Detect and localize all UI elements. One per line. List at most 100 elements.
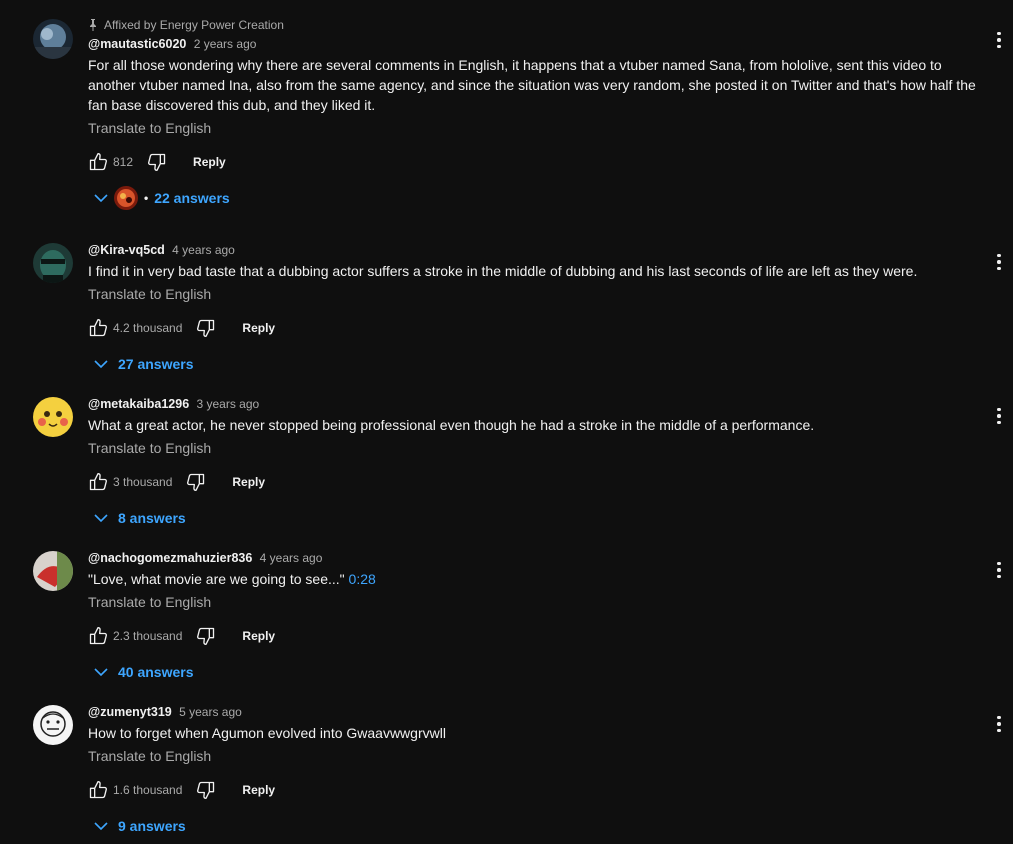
reply-button[interactable]: Reply bbox=[242, 783, 275, 797]
comment-body: @Kira-vq5cd 4 years ago I find it in ver… bbox=[88, 240, 978, 382]
replies-toggle[interactable]: 9 answers bbox=[88, 808, 978, 844]
comment-actions: 812 Reply bbox=[88, 144, 978, 180]
comment-text: What a great actor, he never stopped bei… bbox=[88, 417, 815, 433]
dot bbox=[997, 260, 1001, 264]
comment-time[interactable]: 4 years ago bbox=[260, 551, 323, 565]
avatar[interactable] bbox=[33, 705, 73, 745]
comment-text: For all those wondering why there are se… bbox=[88, 57, 976, 113]
comment-author[interactable]: @nachogomezmahuzier836 bbox=[88, 551, 252, 565]
like-button[interactable] bbox=[88, 472, 108, 492]
more-actions-button[interactable] bbox=[991, 558, 1007, 582]
reply-button[interactable]: Reply bbox=[232, 475, 265, 489]
thumbs-up-icon bbox=[89, 153, 108, 171]
replies-count: 9 answers bbox=[118, 818, 186, 834]
thumbs-up-icon bbox=[89, 473, 108, 491]
thumbs-up-icon bbox=[89, 319, 108, 337]
reply-button[interactable]: Reply bbox=[242, 629, 275, 643]
dot bbox=[997, 728, 1001, 733]
comment-body: Affixed by Energy Power Creation @mautas… bbox=[88, 16, 978, 216]
avatar[interactable] bbox=[33, 397, 73, 437]
comment-time[interactable]: 5 years ago bbox=[179, 705, 242, 719]
comment-author[interactable]: @metakaiba1296 bbox=[88, 397, 189, 411]
comment-time[interactable]: 4 years ago bbox=[172, 243, 235, 257]
chevron-down-icon bbox=[94, 668, 108, 677]
dislike-button[interactable] bbox=[186, 472, 206, 492]
more-actions-button[interactable] bbox=[991, 404, 1007, 428]
comment-time[interactable]: 2 years ago bbox=[194, 37, 257, 51]
comment-author[interactable]: @mautastic6020 bbox=[88, 37, 186, 51]
more-actions-button[interactable] bbox=[991, 250, 1007, 274]
like-button[interactable] bbox=[88, 152, 108, 172]
replies-toggle[interactable]: 40 answers bbox=[88, 654, 978, 690]
dot bbox=[997, 715, 1001, 720]
like-count: 812 bbox=[113, 155, 134, 169]
pin-icon bbox=[90, 19, 96, 31]
avatar[interactable] bbox=[33, 243, 73, 283]
chevron-down-icon bbox=[94, 360, 108, 369]
dislike-button[interactable] bbox=[147, 152, 167, 172]
comment-text: "Love, what movie are we going to see...… bbox=[88, 569, 978, 589]
comment-body: @zumenyt319 5 years ago How to forget wh… bbox=[88, 702, 978, 844]
translate-link[interactable]: Translate to English bbox=[88, 746, 978, 766]
comment-body: @nachogomezmahuzier836 4 years ago "Love… bbox=[88, 548, 978, 690]
dislike-button[interactable] bbox=[196, 318, 216, 338]
comment-body: @metakaiba1296 3 years ago What a great … bbox=[88, 394, 978, 536]
dot bbox=[997, 420, 1001, 425]
translate-link[interactable]: Translate to English bbox=[88, 592, 978, 612]
comment-header: @zumenyt319 5 years ago bbox=[88, 702, 978, 722]
dot bbox=[997, 414, 1001, 418]
thumbs-up-icon bbox=[89, 627, 108, 645]
more-actions-button[interactable] bbox=[991, 712, 1007, 736]
replies-count: 27 answers bbox=[118, 356, 194, 372]
replies-count: 22 answers bbox=[154, 190, 230, 206]
replies-count: 8 answers bbox=[118, 510, 186, 526]
like-button[interactable] bbox=[88, 780, 108, 800]
dot bbox=[997, 722, 1001, 726]
replies-toggle[interactable]: • 22 answers bbox=[88, 180, 978, 216]
more-actions-button[interactable] bbox=[991, 28, 1007, 52]
translate-link[interactable]: Translate to English bbox=[88, 118, 978, 138]
comment-time[interactable]: 3 years ago bbox=[197, 397, 260, 411]
replies-toggle[interactable]: 8 answers bbox=[88, 500, 978, 536]
like-button[interactable] bbox=[88, 318, 108, 338]
like-count: 2.3 thousand bbox=[113, 629, 183, 643]
dislike-button[interactable] bbox=[196, 780, 216, 800]
pinned-label: Affixed by Energy Power Creation bbox=[104, 18, 284, 32]
like-count: 4.2 thousand bbox=[113, 321, 183, 335]
avatar[interactable] bbox=[33, 551, 73, 591]
reply-button[interactable]: Reply bbox=[242, 321, 275, 335]
comment-text: I find it in very bad taste that a dubbi… bbox=[88, 263, 918, 279]
comment-header: @metakaiba1296 3 years ago bbox=[88, 394, 978, 414]
like-button[interactable] bbox=[88, 626, 108, 646]
avatar[interactable] bbox=[33, 19, 73, 59]
dot bbox=[997, 561, 1001, 566]
replies-count: 40 answers bbox=[118, 664, 194, 680]
dot bbox=[997, 44, 1001, 49]
translate-link[interactable]: Translate to English bbox=[88, 438, 978, 458]
dot bbox=[997, 568, 1001, 572]
replies-toggle[interactable]: 27 answers bbox=[88, 346, 978, 382]
dot bbox=[997, 31, 1001, 36]
thumbs-down-icon bbox=[148, 153, 166, 171]
dot bbox=[997, 38, 1001, 42]
comment-actions: 2.3 thousand Reply bbox=[88, 618, 978, 654]
creator-avatar bbox=[114, 186, 138, 210]
separator-dot: • bbox=[144, 191, 149, 205]
dot bbox=[997, 407, 1001, 412]
comment-author[interactable]: @zumenyt319 bbox=[88, 705, 172, 719]
comment-author[interactable]: @Kira-vq5cd bbox=[88, 243, 165, 257]
comment-actions: 1.6 thousand Reply bbox=[88, 772, 978, 808]
thumbs-down-icon bbox=[197, 319, 215, 337]
reply-button[interactable]: Reply bbox=[193, 155, 226, 169]
timestamp-link[interactable]: 0:28 bbox=[349, 571, 376, 587]
comment-quote: "Love, what movie are we going to see...… bbox=[88, 571, 345, 587]
comment-actions: 3 thousand Reply bbox=[88, 464, 978, 500]
dislike-button[interactable] bbox=[196, 626, 216, 646]
dot bbox=[997, 266, 1001, 271]
pinned-badge: Affixed by Energy Power Creation bbox=[88, 16, 978, 34]
comment-header: @Kira-vq5cd 4 years ago bbox=[88, 240, 978, 260]
dot bbox=[997, 253, 1001, 258]
translate-link[interactable]: Translate to English bbox=[88, 284, 978, 304]
comment-header: @mautastic6020 2 years ago bbox=[88, 34, 978, 54]
dot bbox=[997, 574, 1001, 579]
